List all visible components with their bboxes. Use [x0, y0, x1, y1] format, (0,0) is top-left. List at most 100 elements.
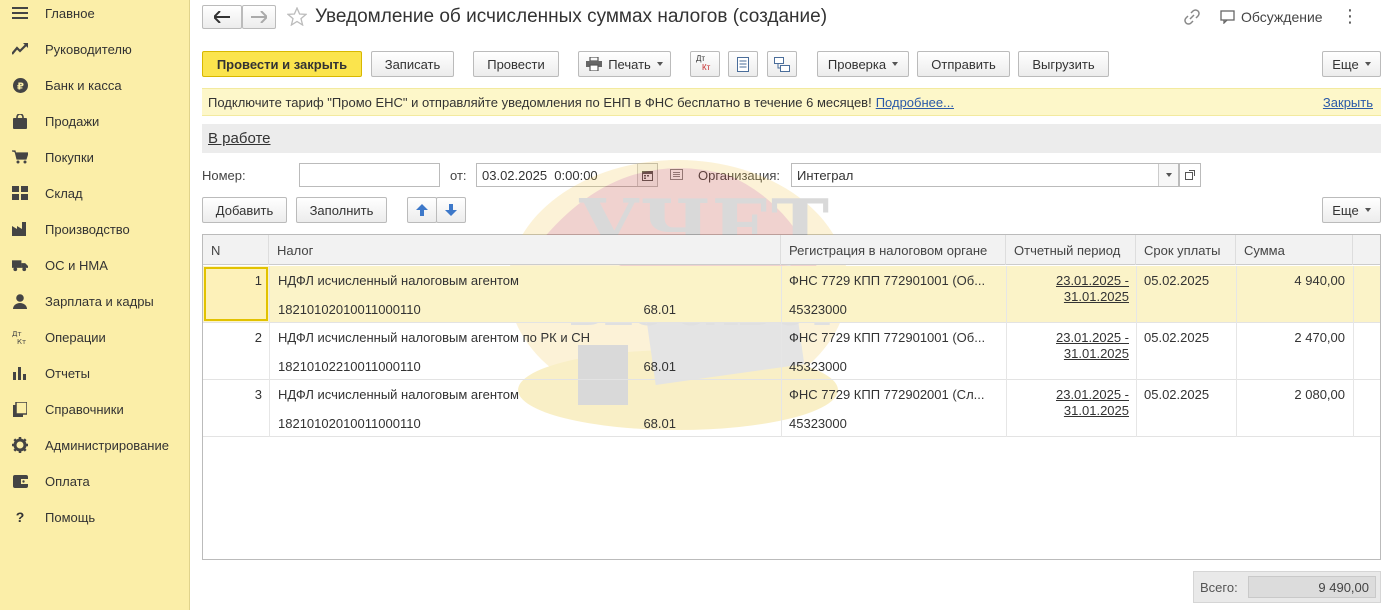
period-end[interactable]: 31.01.2025 — [1064, 403, 1129, 419]
sidebar-item-label: Производство — [45, 221, 130, 237]
arrow-up-icon — [416, 204, 428, 216]
kbk: 18210102010011000110 — [278, 416, 421, 431]
sidebar-item-label: Помощь — [45, 509, 96, 525]
sidebar-item-production[interactable]: Производство — [0, 211, 190, 247]
column-header-amount[interactable]: Сумма — [1236, 235, 1353, 265]
sidebar-item-sales[interactable]: Продажи — [0, 103, 190, 139]
document-status-bar: В работе — [202, 124, 1381, 153]
factory-icon — [12, 221, 28, 237]
chevron-down-icon — [892, 62, 899, 66]
promo-banner: Подключите тариф "Промо ЕНС" и отправляй… — [202, 88, 1381, 116]
total-panel: Всего: 9 490,00 — [1193, 571, 1381, 603]
tax-office: ФНС 7729 КПП 772902001 (Сл... — [789, 387, 985, 402]
save-button[interactable]: Записать — [371, 51, 454, 77]
link-icon[interactable] — [1184, 9, 1200, 28]
fill-button[interactable]: Заполнить — [296, 197, 387, 223]
table-more-button[interactable]: Еще — [1322, 197, 1381, 223]
more-info-link[interactable]: Подробнее... — [876, 95, 954, 110]
arrow-down-icon — [445, 204, 457, 216]
sidebar-item-fixed-assets[interactable]: ОС и НМА — [0, 247, 190, 283]
status-link[interactable]: В работе — [208, 130, 271, 147]
column-header-tax[interactable]: Налог — [269, 235, 781, 265]
row-number: 3 — [254, 387, 262, 402]
column-header-due-date[interactable]: Срок уплаты — [1136, 235, 1236, 265]
sidebar-item-label: Банк и касса — [45, 77, 122, 93]
sidebar-item-purchases[interactable]: Покупки — [0, 139, 190, 175]
period-start[interactable]: 23.01.2025 - — [1056, 330, 1129, 346]
check-button[interactable]: Проверка — [817, 51, 909, 77]
period-end[interactable]: 31.01.2025 — [1064, 346, 1129, 362]
export-button[interactable]: Выгрузить — [1018, 51, 1109, 77]
post-and-close-button[interactable]: Провести и закрыть — [202, 51, 362, 77]
menu-icon — [12, 5, 28, 21]
sidebar-item-payment[interactable]: Оплата — [0, 463, 190, 499]
table-row[interactable]: 2 НДФЛ исчисленный налоговым агентом по … — [203, 323, 1380, 380]
total-value: 9 490,00 — [1248, 576, 1376, 598]
dt-kt-button[interactable]: Дт Кт — [690, 51, 720, 77]
sidebar-item-salary[interactable]: Зарплата и кадры — [0, 283, 190, 319]
printer-icon — [586, 57, 603, 71]
column-header-registration[interactable]: Регистрация в налоговом органе — [781, 235, 1006, 265]
sidebar-item-warehouse[interactable]: Склад — [0, 175, 190, 211]
organization-dropdown-button[interactable] — [1158, 164, 1178, 186]
table-row[interactable]: 3 НДФЛ исчисленный налоговым агентом 182… — [203, 380, 1380, 437]
close-banner-link[interactable]: Закрыть — [1323, 95, 1373, 110]
table-row[interactable]: 1 НДФЛ исчисленный налоговым агентом 182… — [203, 266, 1380, 323]
organization-open-button[interactable] — [1179, 163, 1201, 187]
list-document-icon — [737, 56, 749, 72]
calendar-button[interactable] — [637, 164, 657, 186]
number-field[interactable] — [299, 163, 440, 187]
send-button[interactable]: Отправить — [917, 51, 1010, 77]
document-list-button[interactable] — [728, 51, 758, 77]
column-header-period[interactable]: Отчетный период — [1006, 235, 1136, 265]
promo-text: Подключите тариф "Промо ЕНС" и отправляй… — [208, 94, 872, 110]
question-icon: ? — [15, 509, 25, 525]
row-number: 1 — [254, 273, 262, 288]
sidebar-item-operations[interactable]: Дт Кт Операции — [0, 319, 190, 355]
back-button[interactable] — [202, 5, 242, 29]
print-button[interactable]: Печать — [578, 51, 671, 77]
account: 68.01 — [643, 359, 676, 374]
sidebar-item-label: Операции — [45, 329, 106, 345]
add-row-button[interactable]: Добавить — [202, 197, 287, 223]
calendar-icon — [642, 170, 653, 181]
discussion-icon[interactable] — [1220, 10, 1235, 27]
sidebar-item-administration[interactable]: Администрирование — [0, 427, 190, 463]
comment-icon[interactable] — [670, 168, 683, 183]
tax-office: ФНС 7729 КПП 772901001 (Об... — [789, 273, 986, 288]
number-label: Номер: — [202, 168, 246, 183]
trend-icon — [12, 41, 28, 57]
post-button[interactable]: Провести — [473, 51, 559, 77]
move-up-button[interactable] — [407, 197, 437, 223]
sidebar-item-reports[interactable]: Отчеты — [0, 355, 190, 391]
discussion-link[interactable]: Обсуждение — [1241, 9, 1323, 25]
forward-button[interactable] — [242, 5, 276, 29]
due-date: 05.02.2025 — [1144, 387, 1210, 402]
sidebar-item-main[interactable]: Главное — [0, 0, 190, 31]
column-divider — [1353, 266, 1354, 437]
period-end[interactable]: 31.01.2025 — [1064, 289, 1129, 305]
more-vertical-icon[interactable]: ⋮ — [1341, 7, 1359, 25]
sidebar-item-label: Продажи — [45, 113, 100, 129]
structure-button[interactable] — [767, 51, 797, 77]
table-more-label: Еще — [1332, 202, 1359, 218]
date-field[interactable]: 03.02.2025 0:00:00 — [476, 163, 658, 187]
column-header-n[interactable]: N — [203, 235, 269, 265]
truck-icon — [12, 257, 28, 273]
wallet-icon — [12, 473, 28, 489]
svg-text:₽: ₽ — [17, 81, 24, 92]
chevron-down-icon — [656, 62, 663, 66]
sidebar-item-manager[interactable]: Руководителю — [0, 31, 190, 67]
arrow-right-icon — [251, 11, 267, 23]
taxes-table: УЧЕТ БЕЗ ЗАБОТ N Налог Регистрация в нал… — [202, 160, 1381, 560]
sidebar-item-help[interactable]: ? Помощь — [0, 499, 190, 535]
period-start[interactable]: 23.01.2025 - — [1056, 387, 1129, 403]
sidebar-item-bank[interactable]: ₽ Банк и касса — [0, 67, 190, 103]
sidebar-item-catalogs[interactable]: Справочники — [0, 391, 190, 427]
column-divider — [1236, 266, 1237, 437]
more-button[interactable]: Еще — [1322, 51, 1381, 77]
favorite-star-icon[interactable] — [286, 6, 308, 29]
move-down-button[interactable] — [436, 197, 466, 223]
period-start[interactable]: 23.01.2025 - — [1056, 273, 1129, 289]
organization-field[interactable]: Интеграл — [791, 163, 1179, 187]
